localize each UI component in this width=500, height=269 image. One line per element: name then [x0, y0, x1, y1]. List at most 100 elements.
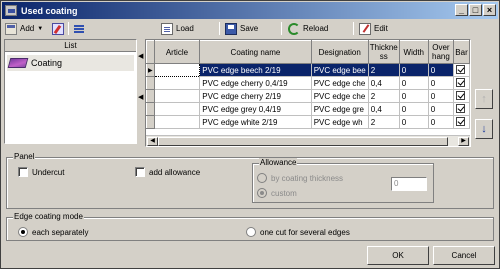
minimize-button[interactable]: _ [455, 4, 468, 16]
cell-thickness[interactable]: 0,4 [368, 76, 400, 90]
close-button[interactable]: × [483, 4, 496, 16]
radio-circle[interactable] [246, 227, 256, 237]
undercut-checkbox[interactable]: Undercut [18, 167, 64, 177]
panel-splitter[interactable]: ◀ ◀ [137, 39, 145, 144]
title-bar: Used coating _ □ × [2, 2, 498, 19]
column-header-designation[interactable]: Designation [310, 40, 369, 64]
cell-article[interactable] [154, 102, 201, 116]
cell-thickness[interactable]: 0,4 [368, 102, 400, 116]
undercut-checkbox-box[interactable] [18, 167, 28, 177]
cell-width[interactable]: 0 [399, 89, 429, 103]
add-button[interactable]: Add ▼ [5, 21, 43, 36]
column-header-coating-name[interactable]: Coating name [199, 40, 312, 64]
radio-each-separately[interactable]: each separately [18, 227, 88, 237]
row-indicator[interactable] [146, 102, 155, 116]
radio-circle[interactable] [18, 227, 28, 237]
cell-band[interactable] [453, 102, 470, 116]
column-header-band[interactable]: Bar [453, 40, 470, 64]
cell-article[interactable] [153, 63, 201, 77]
cell-thickness[interactable]: 2 [368, 63, 400, 77]
list-item-coating[interactable]: Coating [7, 55, 134, 71]
cell-article[interactable] [154, 115, 201, 129]
collapse-left-icon[interactable]: ◀ [138, 52, 143, 60]
edit-pencil-button[interactable] [52, 21, 64, 36]
cell-width[interactable]: 0 [399, 76, 429, 90]
add-icon [5, 22, 17, 35]
column-header-article[interactable]: Article [153, 40, 201, 64]
radio-custom[interactable]: custom [257, 188, 297, 198]
band-checkbox[interactable] [456, 64, 466, 74]
row-indicator[interactable] [146, 115, 155, 129]
cell-overhang[interactable]: 0 [428, 115, 455, 129]
cell-width[interactable]: 0 [399, 102, 429, 116]
radio-circle[interactable] [257, 188, 267, 198]
list-view-button[interactable] [74, 21, 86, 36]
cell-width[interactable]: 0 [399, 115, 429, 129]
table-row[interactable]: PVC edge white 2/19 PVC edge wh 2 0 0 [146, 115, 470, 129]
cell-overhang[interactable]: 0 [428, 89, 455, 103]
cell-thickness[interactable]: 2 [368, 115, 400, 129]
horizontal-scrollbar[interactable]: ◀ ▶ [146, 135, 470, 146]
table-row[interactable]: ▶ PVC edge beech 2/19 PVC edge bee 2 0 0 [146, 63, 470, 77]
row-indicator[interactable] [146, 89, 155, 103]
row-indicator[interactable] [146, 76, 155, 90]
cell-coating-name[interactable]: PVC edge cherry 0,4/19 [199, 76, 312, 90]
radio-by-coating-thickness[interactable]: by coating thickness [257, 173, 343, 183]
table-row[interactable]: PVC edge cherry 0,4/19 PVC edge che 0,4 0 0 [146, 76, 470, 90]
cell-thickness[interactable]: 2 [368, 89, 400, 103]
cell-band[interactable] [453, 115, 470, 129]
arrow-down-icon: ↓ [481, 123, 487, 135]
toolbar-separator [353, 22, 354, 35]
cell-overhang[interactable]: 0 [428, 102, 455, 116]
band-checkbox[interactable] [456, 90, 466, 100]
row-indicator[interactable]: ▶ [146, 63, 155, 77]
cell-article[interactable] [154, 76, 201, 90]
cell-coating-name[interactable]: PVC edge white 2/19 [199, 115, 312, 129]
cell-designation[interactable]: PVC edge che [311, 89, 369, 103]
cell-designation[interactable]: PVC edge bee [311, 63, 369, 77]
cell-band[interactable] [453, 63, 470, 77]
move-down-button[interactable]: ↓ [475, 119, 493, 139]
cell-article[interactable] [154, 89, 201, 103]
band-checkbox[interactable] [456, 77, 466, 87]
coating-list-panel: List Coating [4, 39, 137, 144]
save-button[interactable]: Save [225, 21, 258, 36]
scrollbar-thumb[interactable] [158, 137, 448, 146]
radio-circle[interactable] [257, 173, 267, 183]
allowance-group-label: Allowance [259, 158, 298, 167]
band-checkbox[interactable] [456, 116, 466, 126]
column-header-thickness[interactable]: Thickne ss [367, 40, 400, 64]
cell-coating-name[interactable]: PVC edge cherry 2/19 [199, 89, 312, 103]
table-row[interactable]: PVC edge cherry 2/19 PVC edge che 2 0 0 [146, 89, 470, 103]
cell-overhang[interactable]: 0 [428, 63, 455, 77]
maximize-button[interactable]: □ [469, 4, 482, 16]
table-row[interactable]: PVC edge grey 0,4/19 PVC edge gre 0,4 0 0 [146, 102, 470, 116]
cell-coating-name[interactable]: PVC edge grey 0,4/19 [199, 102, 312, 116]
cell-width[interactable]: 0 [399, 63, 429, 77]
cell-designation[interactable]: PVC edge wh [311, 115, 369, 129]
column-header-overhang[interactable]: Over hang [427, 40, 455, 64]
table-header-row: Article Coating name Designation Thickne… [146, 40, 470, 64]
scroll-right-icon[interactable]: ▶ [458, 137, 469, 146]
scroll-left-icon[interactable]: ◀ [147, 137, 158, 146]
cancel-button[interactable]: Cancel [433, 246, 495, 265]
load-button[interactable]: Load [161, 21, 194, 36]
radio-one-cut[interactable]: one cut for several edges [246, 227, 350, 237]
cell-band[interactable] [453, 89, 470, 103]
band-checkbox[interactable] [456, 103, 466, 113]
cell-overhang[interactable]: 0 [428, 76, 455, 90]
reload-button[interactable]: Reload [288, 21, 328, 36]
used-coating-dialog: Used coating _ □ × Add ▼ Load Save Reloa… [0, 0, 500, 269]
ok-button[interactable]: OK [367, 246, 429, 265]
cell-coating-name[interactable]: PVC edge beech 2/19 [199, 63, 312, 77]
cell-designation[interactable]: PVC edge che [311, 76, 369, 90]
add-allowance-checkbox[interactable]: add allowance [135, 167, 200, 177]
cell-band[interactable] [453, 76, 470, 90]
cell-designation[interactable]: PVC edge gre [311, 102, 369, 116]
move-up-button[interactable]: ↑ [475, 89, 493, 109]
add-allowance-checkbox-box[interactable] [135, 167, 145, 177]
collapse-left-icon[interactable]: ◀ [138, 93, 143, 101]
column-header-width[interactable]: Width [398, 40, 429, 64]
allowance-value-field[interactable]: 0 [391, 177, 427, 191]
edit-button[interactable]: Edit [359, 21, 388, 36]
